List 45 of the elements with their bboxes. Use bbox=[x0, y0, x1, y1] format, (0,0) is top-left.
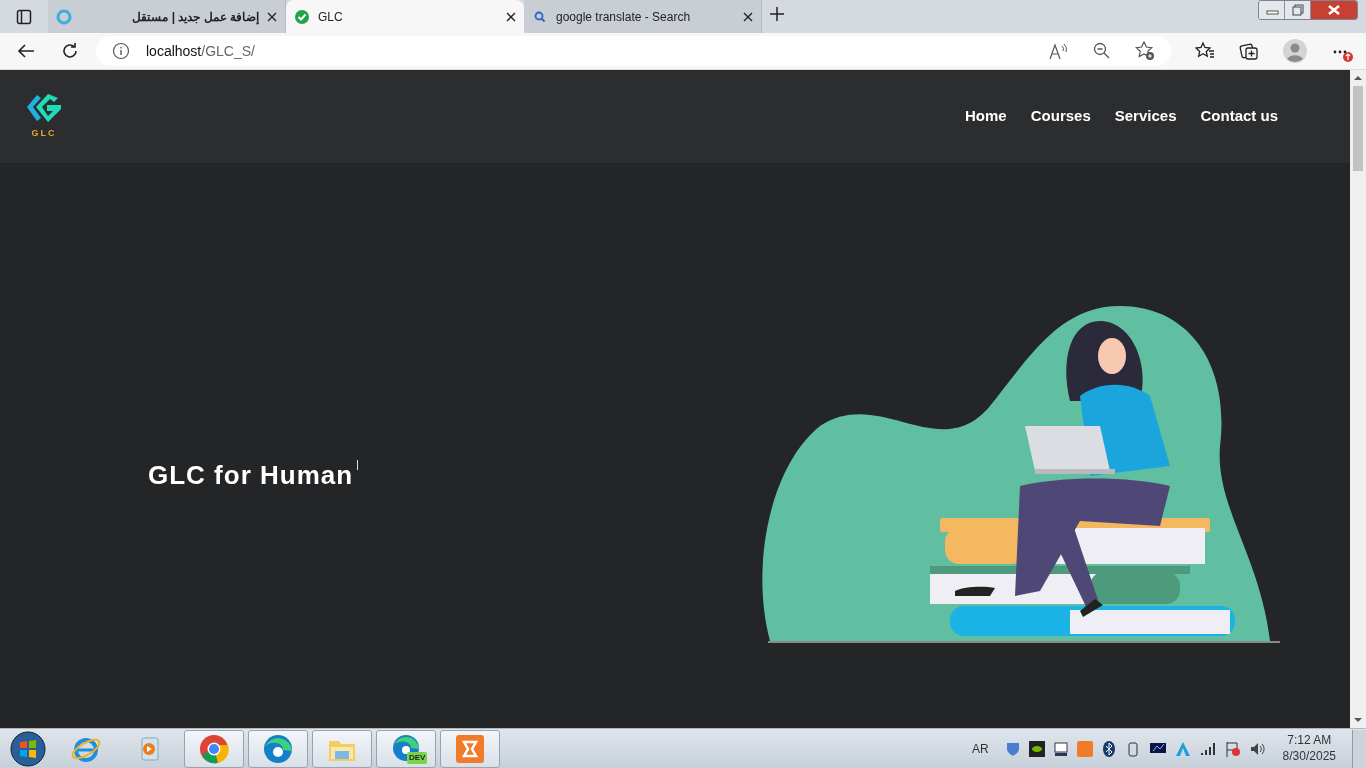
close-tab-icon[interactable] bbox=[743, 11, 753, 22]
browser-tab[interactable]: GLC bbox=[286, 0, 524, 33]
favorites-icon[interactable] bbox=[1195, 41, 1215, 61]
nav-link[interactable]: Services bbox=[1114, 105, 1177, 128]
check-circle-icon bbox=[294, 8, 310, 25]
tray-icons[interactable] bbox=[1004, 740, 1267, 757]
taskbar-button[interactable] bbox=[440, 729, 500, 768]
new-tab-icon[interactable] bbox=[770, 6, 784, 21]
collections-icon[interactable] bbox=[1239, 41, 1259, 61]
zoom-out-icon[interactable] bbox=[1093, 42, 1111, 60]
nav-link[interactable]: Courses bbox=[1030, 105, 1091, 128]
taskbar-button[interactable] bbox=[248, 729, 308, 768]
hero-title: GLC for Human bbox=[148, 459, 354, 492]
minimize-button[interactable] bbox=[1259, 1, 1285, 19]
xampp-icon bbox=[454, 732, 486, 765]
dev-badge: DEV bbox=[407, 751, 428, 764]
chrome-icon bbox=[198, 732, 230, 765]
start-button[interactable] bbox=[8, 729, 48, 768]
scroll-thumb[interactable] bbox=[1353, 86, 1363, 171]
refresh-icon[interactable] bbox=[60, 41, 80, 61]
text-cursor bbox=[357, 460, 359, 470]
taskbar-button[interactable]: DEV bbox=[376, 729, 436, 768]
info-icon[interactable] bbox=[112, 42, 130, 60]
address-bar[interactable]: localhost/GLC_S/ bbox=[96, 36, 1171, 66]
clock-date[interactable]: 8/30/2025 bbox=[1282, 748, 1336, 765]
tab-actions-icon[interactable] bbox=[16, 8, 32, 25]
profile-avatar[interactable] bbox=[1283, 39, 1307, 63]
close-button[interactable] bbox=[1311, 1, 1357, 19]
nav-link[interactable]: Home bbox=[965, 105, 1007, 128]
nav-link[interactable]: Contact us bbox=[1200, 105, 1278, 128]
browser-tab[interactable]: google translate - Search bbox=[524, 0, 762, 33]
ring-icon bbox=[56, 8, 72, 25]
url-text: localhost/GLC_S/ bbox=[146, 41, 255, 61]
read-aloud-icon[interactable] bbox=[1049, 42, 1069, 60]
close-tab-icon[interactable] bbox=[267, 11, 277, 22]
clock-time[interactable]: 7:12 AM bbox=[1287, 732, 1332, 749]
star-plus-icon[interactable] bbox=[1135, 41, 1155, 61]
browser-tab[interactable]: إضافة عمل جديد | مستقل bbox=[48, 0, 286, 33]
taskbar-button[interactable] bbox=[184, 729, 244, 768]
edge-icon bbox=[262, 732, 294, 765]
language-indicator[interactable]: AR bbox=[971, 739, 989, 758]
logo-text: GLC bbox=[31, 126, 57, 140]
close-tab-icon[interactable] bbox=[506, 11, 516, 22]
scrollbar[interactable] bbox=[1350, 70, 1366, 728]
restore-button[interactable] bbox=[1285, 1, 1311, 19]
